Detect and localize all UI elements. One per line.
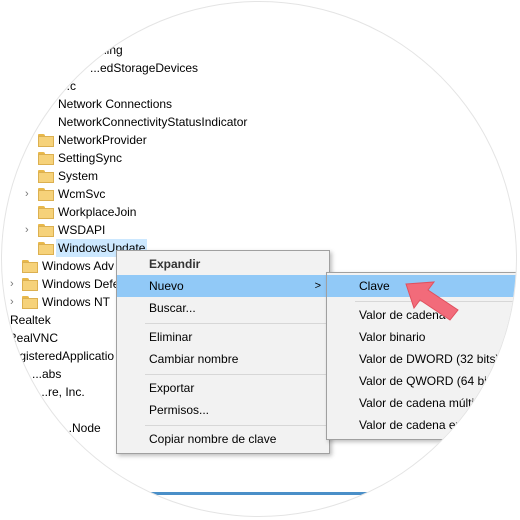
menu-item-label: Valor de DWORD (32 bits) — [359, 352, 500, 366]
chevron-right-icon[interactable]: › — [25, 185, 29, 203]
tree-item-label: ...abs — [32, 367, 62, 381]
folder-icon — [38, 188, 54, 201]
folder-icon — [22, 278, 38, 291]
tree-item[interactable]: Network Connections — [2, 95, 302, 113]
tree-item-label: RegisteredApplicatio — [4, 349, 115, 363]
folder-icon — [22, 296, 38, 309]
tree-item-label: Windows Defe — [42, 277, 120, 291]
menu-item-label: Valor binario — [359, 330, 426, 344]
tree-item-label: SettingSync — [58, 151, 123, 165]
tree-item[interactable]: NetworkConnectivityStatusIndicator — [2, 113, 322, 131]
red-arrow-icon — [405, 281, 459, 321]
folder-icon — [38, 170, 54, 183]
tree-item-label: Windows NT — [42, 295, 111, 309]
menu-separator — [145, 425, 327, 426]
context-menu: Expandir Nuevo > Buscar... Eliminar Camb… — [116, 250, 330, 454]
folder-icon — [38, 152, 54, 165]
tree-item[interactable]: › WSDAPI — [2, 221, 302, 239]
tree-item-label: ...c — [60, 79, 77, 93]
menu-item-eliminar[interactable]: Eliminar — [117, 326, 329, 348]
folder-icon — [38, 134, 54, 147]
chevron-right-icon[interactable]: › — [10, 293, 14, 311]
menu-item-expandir[interactable]: Expandir — [117, 253, 329, 275]
submenu-item-valor-dword[interactable]: Valor de DWORD (32 bits) — [327, 348, 516, 370]
menu-item-label: Expandir — [149, 257, 201, 271]
submenu-item-valor-binario[interactable]: Valor binario — [327, 326, 516, 348]
tree-item[interactable]: › WcmSvc — [2, 185, 302, 203]
menu-item-cambiar-nombre[interactable]: Cambiar nombre — [117, 348, 329, 370]
menu-item-label: Valor de cadena múltiple — [359, 396, 491, 410]
tree-item-label: ...edStorageDevices — [90, 61, 199, 75]
menu-item-exportar[interactable]: Exportar — [117, 377, 329, 399]
menu-separator — [145, 323, 327, 324]
tree-item-label: WSDAPI — [58, 223, 106, 237]
menu-item-label: Clave — [359, 279, 390, 293]
tree-item[interactable]: NetworkProvider — [2, 131, 302, 149]
tree-item[interactable]: ...c — [2, 77, 302, 95]
tree-item-label: System — [58, 169, 99, 183]
menu-item-label: Buscar... — [149, 301, 196, 315]
tree-item[interactable]: SettingSync — [2, 149, 302, 167]
folder-icon — [22, 260, 38, 273]
tree-item-label: ...ning — [90, 43, 123, 57]
scrollbar-strip — [102, 492, 412, 495]
menu-item-buscar[interactable]: Buscar... — [117, 297, 329, 319]
chevron-right-icon[interactable]: › — [25, 221, 29, 239]
menu-item-label: Cambiar nombre — [149, 352, 239, 366]
tree-item[interactable]: System — [2, 167, 302, 185]
menu-item-copiar-nombre[interactable]: Copiar nombre de clave — [117, 428, 329, 450]
submenu-item-valor-cadena-expandible[interactable]: Valor de cadena expandible — [327, 414, 516, 436]
tree-item-label: ...Node — [62, 421, 101, 435]
screenshot-stage: ...ning ...edStorageDevices ...c Network… — [0, 0, 520, 520]
submenu-item-valor-cadena-multiple[interactable]: Valor de cadena múltiple — [327, 392, 516, 414]
menu-item-label: Eliminar — [149, 330, 193, 344]
menu-item-label: Valor de QWORD (64 bits) — [359, 374, 501, 388]
tree-item-label: Realtek — [10, 313, 51, 327]
tree-item-label: NetworkProvider — [58, 133, 147, 147]
menu-item-label: Copiar nombre de clave — [149, 432, 277, 446]
tree-item-label: Windows Adv — [42, 259, 115, 273]
menu-item-label: Nuevo — [149, 279, 184, 293]
chevron-right-icon[interactable]: › — [10, 275, 14, 293]
menu-item-permisos[interactable]: Permisos... — [117, 399, 329, 421]
tree-item[interactable]: ...edStorageDevices — [2, 59, 302, 77]
tree-item-label: RealVNC — [8, 331, 59, 345]
folder-icon — [38, 242, 54, 255]
chevron-right-icon: > — [314, 280, 321, 292]
tree-item[interactable]: ...ning — [2, 41, 302, 59]
menu-item-label: Exportar — [149, 381, 195, 395]
tree-item[interactable]: WorkplaceJoin — [2, 203, 302, 221]
menu-item-nuevo[interactable]: Nuevo > — [117, 275, 329, 297]
folder-icon — [38, 224, 54, 237]
menu-item-label: Permisos... — [149, 403, 210, 417]
submenu-item-valor-qword[interactable]: Valor de QWORD (64 bits) — [327, 370, 516, 392]
circular-crop: ...ning ...edStorageDevices ...c Network… — [2, 2, 516, 516]
tree-item-label: Network Connections — [58, 97, 173, 111]
tree-item-label: WcmSvc — [58, 187, 106, 201]
menu-item-label: Valor de cadena expandible — [359, 418, 507, 432]
tree-item-label: ...re, Inc. — [38, 385, 85, 399]
tree-item-label: NetworkConnectivityStatusIndicator — [58, 115, 248, 129]
menu-separator — [145, 374, 327, 375]
folder-icon — [38, 206, 54, 219]
tree-item-label: WorkplaceJoin — [58, 205, 137, 219]
